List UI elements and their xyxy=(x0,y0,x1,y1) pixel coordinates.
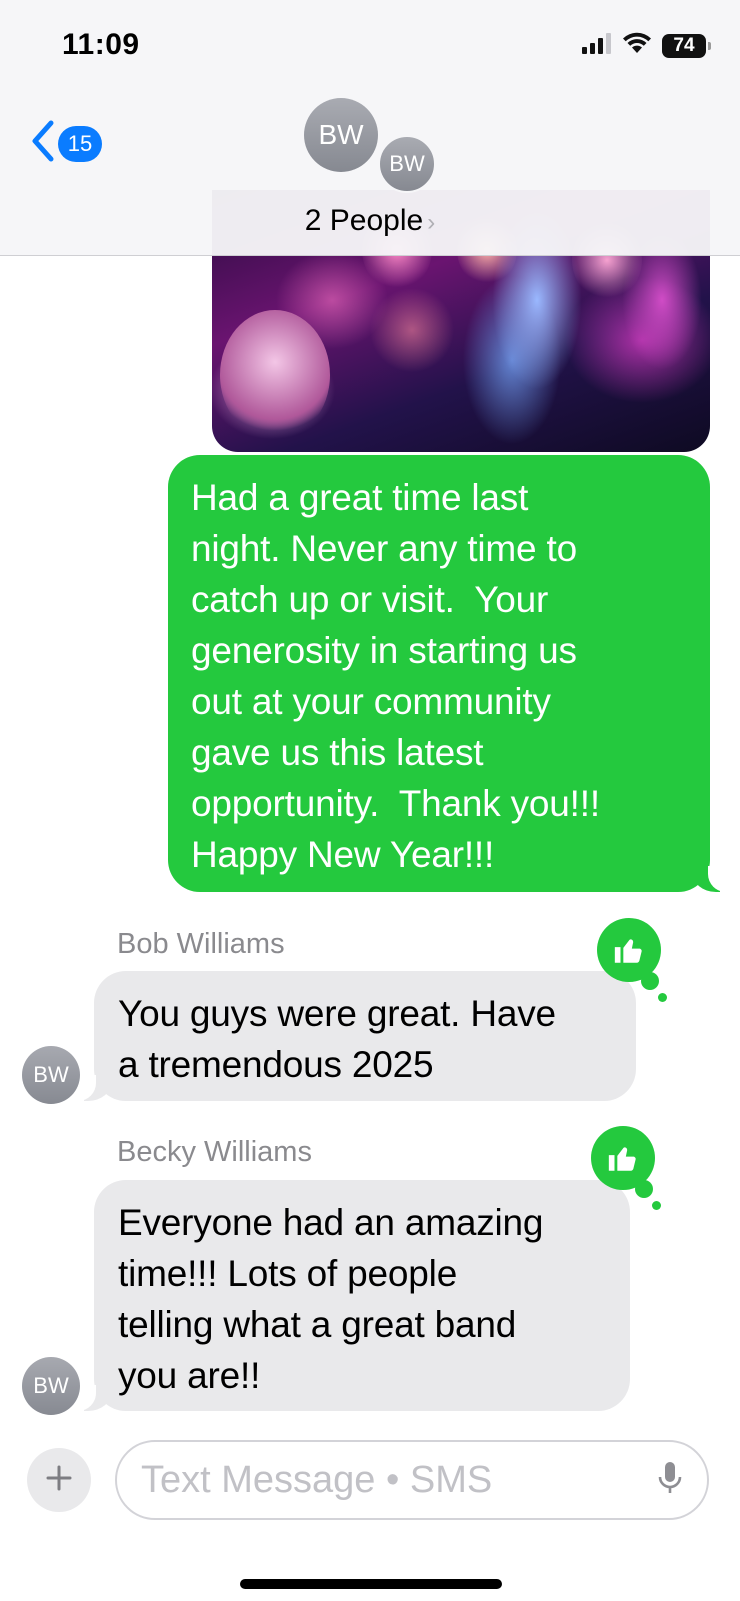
back-button[interactable]: 15 xyxy=(30,120,102,167)
avatar[interactable]: BW xyxy=(22,1046,80,1104)
message-line: catch up or visit. Your xyxy=(191,579,549,620)
status-time: 11:09 xyxy=(62,28,140,61)
tapback-tail xyxy=(641,972,659,990)
chevron-right-icon: › xyxy=(427,209,436,236)
conversation-header: 11:09 74 15 BW BW 2 People › xyxy=(0,0,740,256)
message-input[interactable]: Text Message • SMS xyxy=(115,1440,709,1520)
message-line: You guys were great. Have xyxy=(118,993,556,1034)
cellular-signal-icon xyxy=(582,32,612,59)
thumbs-up-icon[interactable] xyxy=(597,918,667,1002)
conversation-title-text: 2 People xyxy=(304,204,424,237)
message-input-placeholder: Text Message • SMS xyxy=(141,1458,493,1501)
unread-count-badge: 15 xyxy=(58,125,102,162)
chevron-left-icon xyxy=(30,120,56,167)
sender-name: Becky Williams xyxy=(117,1136,312,1168)
bubble-tail xyxy=(692,866,730,892)
group-avatar-primary[interactable]: BW xyxy=(304,98,378,172)
microphone-icon[interactable] xyxy=(657,1460,683,1501)
tapback-tail xyxy=(635,1180,653,1198)
thumbs-up-icon[interactable] xyxy=(591,1126,661,1210)
message-line: night. Never any time to xyxy=(191,528,577,569)
battery-icon: 74 xyxy=(662,33,711,58)
message-line: telling what a great band xyxy=(118,1304,517,1345)
message-line: out at your community xyxy=(191,681,551,722)
plus-button[interactable] xyxy=(27,1448,91,1512)
received-message-bubble[interactable]: You guys were great. Have a tremendous 2… xyxy=(74,971,636,1101)
message-line: Happy New Year!!! xyxy=(191,834,495,875)
message-line: Everyone had an amazing xyxy=(118,1202,544,1243)
message-line: opportunity. Thank you!!! xyxy=(191,783,600,824)
bubble-tail xyxy=(74,1075,112,1101)
avatar[interactable]: BW xyxy=(22,1357,80,1415)
status-icons: 74 xyxy=(582,32,711,59)
message-line: time!!! Lots of people xyxy=(118,1253,458,1294)
battery-level: 74 xyxy=(673,34,695,56)
bubble-tail xyxy=(74,1385,112,1411)
message-line: Had a great time last xyxy=(191,477,529,518)
group-avatar-secondary[interactable]: BW xyxy=(378,135,436,193)
message-line: gave us this latest xyxy=(191,732,484,773)
sender-name: Bob Williams xyxy=(117,928,285,960)
plus-icon xyxy=(45,1464,73,1497)
message-line: you are!! xyxy=(118,1355,261,1396)
sent-message-bubble[interactable]: Had a great time last night. Never any t… xyxy=(168,455,730,892)
conversation-title[interactable]: 2 People › xyxy=(0,204,740,238)
received-message-bubble[interactable]: Everyone had an amazing time!!! Lots of … xyxy=(74,1180,630,1411)
tapback-tail xyxy=(652,1201,661,1210)
home-indicator[interactable] xyxy=(240,1579,502,1589)
message-line: a tremendous 2025 xyxy=(118,1044,434,1085)
tapback-tail xyxy=(658,993,667,1002)
message-line: generosity in starting us xyxy=(191,630,577,671)
wifi-icon xyxy=(622,32,652,59)
